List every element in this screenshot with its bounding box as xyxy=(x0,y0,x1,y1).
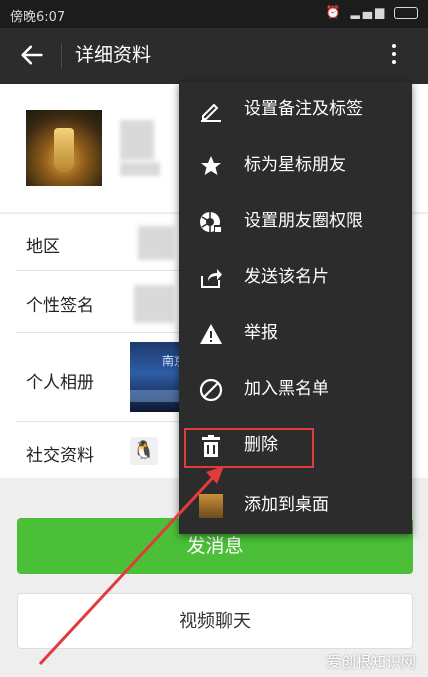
annotation-arrow xyxy=(38,466,224,666)
watermark: 爱创根知识网 xyxy=(326,653,417,671)
